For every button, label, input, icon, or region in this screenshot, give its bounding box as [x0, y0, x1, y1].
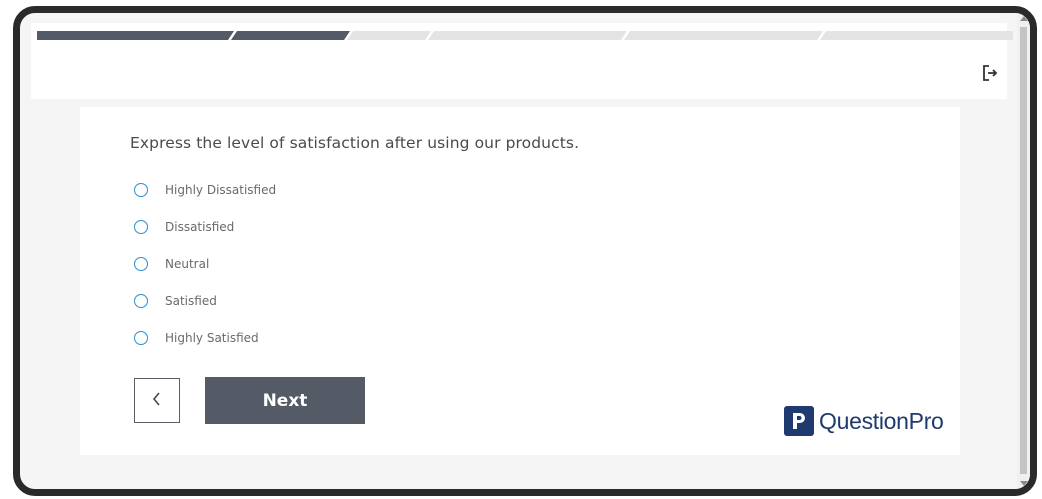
radio-button[interactable]: [134, 256, 148, 271]
scroll-up-icon[interactable]: [1020, 16, 1028, 21]
progress-segment-6: [820, 31, 1013, 40]
device-frame: Express the level of satisfaction after …: [13, 6, 1037, 496]
radio-button[interactable]: [134, 219, 148, 234]
back-button[interactable]: [134, 378, 180, 423]
survey-header: [31, 23, 1013, 99]
progress-bar: [37, 31, 1013, 40]
answer-options: Highly Dissatisfied Dissatisfied Neutral…: [134, 171, 276, 356]
option-label: Dissatisfied: [165, 219, 235, 234]
option-label: Highly Dissatisfied: [165, 182, 277, 197]
option-label: Highly Satisfied: [165, 330, 259, 345]
radio-button[interactable]: [134, 330, 148, 345]
radio-button[interactable]: [134, 293, 148, 308]
question-card: Express the level of satisfaction after …: [80, 107, 960, 455]
option-highly-satisfied[interactable]: Highly Satisfied: [134, 319, 276, 356]
scroll-thumb[interactable]: [1020, 27, 1027, 474]
progress-segment-5: [624, 31, 823, 40]
option-label: Satisfied: [165, 293, 217, 308]
brand: QuestionPro: [784, 406, 944, 436]
progress-segment-4: [428, 31, 627, 40]
next-button[interactable]: Next: [205, 377, 365, 424]
progress-segment-2: [231, 31, 350, 40]
progress-segment-1: [37, 31, 234, 40]
questionpro-logo-icon: [784, 406, 814, 436]
option-label: Neutral: [165, 256, 210, 271]
option-neutral[interactable]: Neutral: [134, 245, 276, 282]
exit-icon[interactable]: [981, 64, 999, 82]
progress-segment-3: [347, 31, 431, 40]
option-satisfied[interactable]: Satisfied: [134, 282, 276, 319]
brand-name: QuestionPro: [819, 407, 944, 434]
scroll-down-icon[interactable]: [1020, 481, 1028, 486]
chevron-left-icon: [151, 391, 163, 411]
vertical-scrollbar[interactable]: [1017, 13, 1030, 489]
radio-button[interactable]: [134, 182, 148, 197]
option-dissatisfied[interactable]: Dissatisfied: [134, 208, 276, 245]
option-highly-dissatisfied[interactable]: Highly Dissatisfied: [134, 171, 276, 208]
question-text: Express the level of satisfaction after …: [130, 134, 580, 152]
